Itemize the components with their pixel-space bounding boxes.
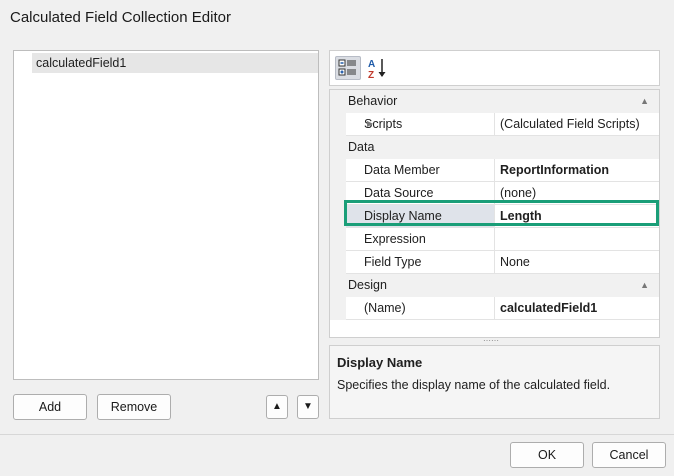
expand-arrow-icon[interactable]: ▶: [367, 113, 373, 135]
property-row-expression[interactable]: Expression: [330, 228, 659, 251]
property-row-scripts[interactable]: ▶ Scripts (Calculated Field Scripts): [330, 113, 659, 136]
arrow-down-icon: ▼: [303, 401, 313, 412]
category-behavior[interactable]: Behavior ▲: [330, 90, 659, 113]
property-name: Expression: [346, 228, 494, 251]
description-text: Specifies the display name of the calcul…: [337, 378, 611, 392]
remove-button[interactable]: Remove: [97, 394, 171, 420]
property-value[interactable]: None: [494, 251, 659, 274]
collapse-chevron-icon[interactable]: ▲: [640, 90, 649, 113]
ok-button[interactable]: OK: [510, 442, 584, 468]
description-panel: Display Name Specifies the display name …: [329, 345, 660, 419]
svg-text:Z: Z: [368, 70, 374, 80]
dialog-title: Calculated Field Collection Editor: [10, 9, 231, 26]
sort-az-icon: A Z: [368, 59, 386, 81]
description-title: Display Name: [337, 355, 423, 370]
category-data[interactable]: Data: [330, 136, 659, 159]
cancel-button[interactable]: Cancel: [592, 442, 666, 468]
property-value[interactable]: calculatedField1: [494, 297, 659, 320]
property-row-data-member[interactable]: Data Member ReportInformation: [330, 159, 659, 182]
category-label: Behavior: [348, 94, 398, 108]
calculated-field-list[interactable]: calculatedField1: [13, 50, 319, 380]
alphabetical-button[interactable]: A Z: [366, 56, 392, 81]
property-name: Field Type: [346, 251, 494, 274]
category-label: Design: [348, 278, 387, 292]
property-value[interactable]: (none): [494, 182, 659, 205]
category-design[interactable]: Design ▲: [330, 274, 659, 297]
list-item[interactable]: calculatedField1: [32, 53, 318, 73]
property-grid: Behavior ▲ ▶ Scripts (Calculated Field Sc…: [329, 89, 660, 338]
add-button[interactable]: Add: [13, 394, 87, 420]
property-row-display-name[interactable]: Display Name Length: [330, 205, 659, 228]
property-name: Data Member: [346, 159, 494, 182]
property-value[interactable]: (Calculated Field Scripts): [494, 113, 659, 136]
svg-text:A: A: [368, 59, 375, 70]
splitter-handle[interactable]: ⋯⋯: [480, 337, 502, 345]
property-row-name[interactable]: (Name) calculatedField1: [330, 297, 659, 320]
property-row-data-source[interactable]: Data Source (none): [330, 182, 659, 205]
property-name: Data Source: [346, 182, 494, 205]
property-value[interactable]: Length: [494, 205, 659, 228]
property-value[interactable]: [494, 228, 659, 251]
category-label: Data: [348, 140, 375, 154]
property-name: ▶ Scripts: [346, 113, 494, 136]
categorized-icon: [338, 59, 356, 76]
property-name: Display Name: [346, 205, 494, 228]
move-down-button[interactable]: ▼: [297, 395, 319, 419]
property-row-field-type[interactable]: Field Type None: [330, 251, 659, 274]
property-value[interactable]: ReportInformation: [494, 159, 659, 182]
categorized-button[interactable]: [335, 56, 361, 80]
footer-divider: [0, 434, 674, 435]
property-grid-toolbar: A Z: [329, 50, 660, 86]
arrow-up-icon: ▲: [272, 401, 282, 412]
move-up-button[interactable]: ▲: [266, 395, 288, 419]
property-name: (Name): [346, 297, 494, 320]
collapse-chevron-icon[interactable]: ▲: [640, 274, 649, 297]
